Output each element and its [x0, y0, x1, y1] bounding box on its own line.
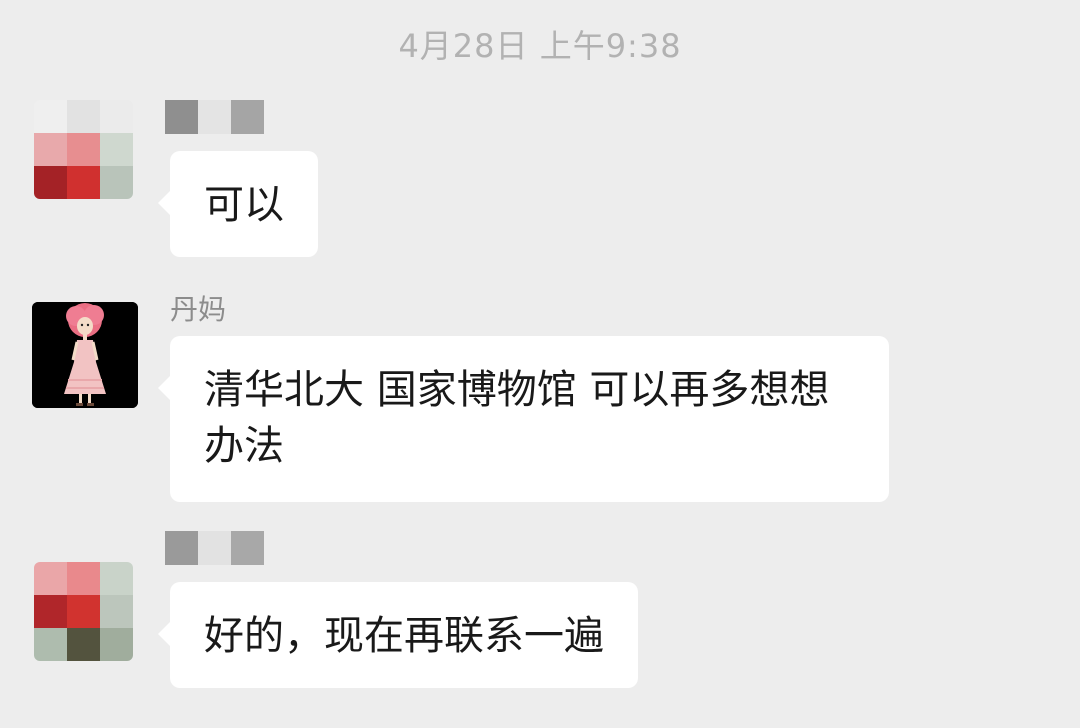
message-text: 好的，现在再联系一遍: [204, 613, 604, 659]
message-text: 可以: [204, 182, 284, 228]
message-bubble[interactable]: 可以: [158, 151, 318, 257]
avatar-pixelated[interactable]: [34, 100, 133, 199]
message-bubble[interactable]: 好的，现在再联系一遍: [158, 582, 638, 688]
avatar-pixelated[interactable]: [34, 562, 133, 661]
sender-name-pixelated: [165, 531, 264, 565]
sender-name-pixelated: [165, 100, 264, 134]
sender-name: 丹妈: [170, 293, 227, 326]
avatar-illustration: [32, 302, 138, 408]
message-bubble[interactable]: 清华北大 国家博物馆 可以再多想想办法: [158, 336, 889, 502]
chat-timestamp: 4月28日 上午9:38: [398, 27, 682, 65]
message-text: 清华北大 国家博物馆 可以再多想想办法: [204, 367, 830, 469]
avatar[interactable]: [32, 302, 138, 408]
